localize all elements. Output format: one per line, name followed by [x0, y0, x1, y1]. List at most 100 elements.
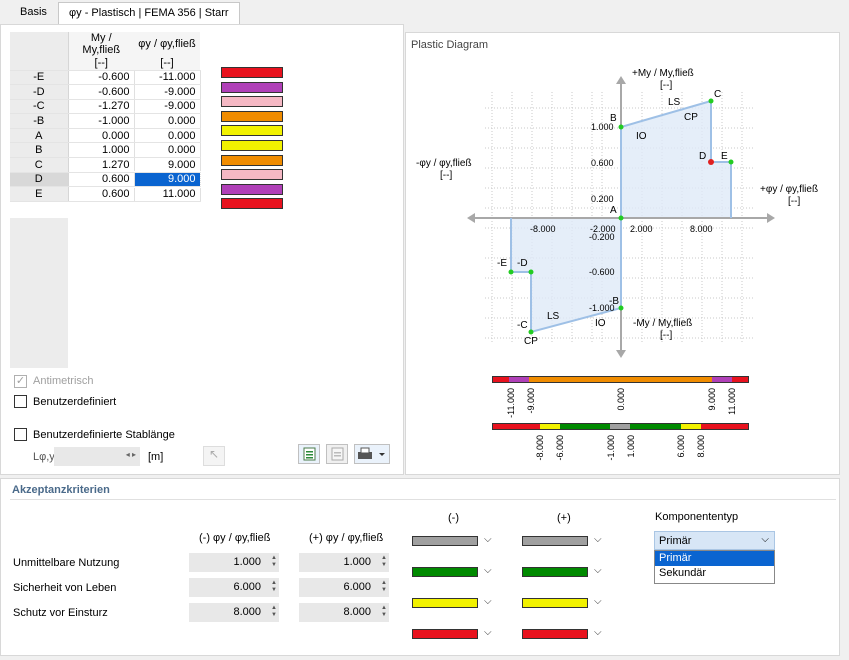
- spinner-icon[interactable]: ▲ ▼: [381, 580, 387, 594]
- ls-neg-input[interactable]: 6.000 ▲ ▼: [189, 578, 279, 597]
- neg-color-select[interactable]: ⌵: [410, 562, 500, 582]
- color-bar: [412, 567, 478, 577]
- segment-color-swatch[interactable]: [221, 67, 283, 78]
- point-label-b: B: [610, 113, 617, 124]
- cell-phi[interactable]: 0.000: [134, 142, 201, 159]
- export-excel-icon[interactable]: [298, 444, 320, 464]
- scale-bar-seg: [509, 377, 529, 382]
- stablaenge-checkbox[interactable]: [14, 428, 27, 441]
- pos-col-header: (+) φy / φy,fließ: [309, 532, 384, 544]
- cell-m[interactable]: 0.600: [68, 186, 135, 202]
- plastic-diagram-chart: [467, 76, 775, 358]
- table-filler: [10, 218, 68, 368]
- pos-color-header: (+): [557, 512, 571, 524]
- pos-color-select[interactable]: ⌵: [520, 624, 610, 644]
- benutzerdefiniert-checkbox[interactable]: [14, 395, 27, 408]
- corner-cell: [10, 56, 69, 71]
- cell-phi[interactable]: 9.000: [134, 157, 201, 173]
- segment-color-swatch[interactable]: [221, 154, 283, 166]
- cell-m[interactable]: -1.000: [68, 113, 135, 129]
- neg-color-select[interactable]: ⌵: [410, 531, 500, 551]
- table-row[interactable]: -D -0.600 -9.000: [10, 84, 201, 100]
- criteria-bar-label: 8.000: [696, 435, 706, 458]
- spinner-icon[interactable]: ▲ ▼: [271, 605, 277, 619]
- segment-color-swatch[interactable]: [221, 169, 283, 181]
- segment-color-swatch[interactable]: [221, 125, 283, 137]
- zone-label-io: IO: [636, 131, 647, 142]
- table-row-selected[interactable]: D 0.600 9.000: [10, 171, 201, 188]
- cell-m[interactable]: -0.600: [68, 84, 135, 100]
- table-row[interactable]: -E -0.600 -11.000: [10, 70, 201, 86]
- point-a: [618, 215, 624, 221]
- positive-area: [621, 101, 731, 218]
- tab-basis[interactable]: Basis: [10, 2, 57, 24]
- table-row[interactable]: B 1.000 0.000: [10, 142, 201, 159]
- spin-icon[interactable]: ◂ ▸: [126, 450, 136, 459]
- tab-plastisch[interactable]: φy - Plastisch | FEMA 356 | Starr: [58, 2, 240, 24]
- point-e: [728, 159, 734, 165]
- pos-color-select[interactable]: ⌵: [520, 531, 610, 551]
- lphi-input[interactable]: ◂ ▸: [54, 447, 140, 466]
- cell-phi[interactable]: -9.000: [134, 84, 201, 100]
- neg-color-select[interactable]: ⌵: [410, 624, 500, 644]
- cp-pos-input[interactable]: 8.000 ▲ ▼: [299, 603, 389, 622]
- spinner-icon[interactable]: ▲ ▼: [381, 605, 387, 619]
- import-icon[interactable]: [326, 444, 348, 464]
- neg-color-select[interactable]: ⌵: [410, 593, 500, 613]
- spinner-icon[interactable]: ▲ ▼: [271, 580, 277, 594]
- io-neg-input[interactable]: 1.000 ▲ ▼: [189, 553, 279, 572]
- table-row[interactable]: A 0.000 0.000: [10, 128, 201, 144]
- ls-pos-value: 6.000: [343, 581, 371, 593]
- cp-pos-value: 8.000: [343, 606, 371, 618]
- cell-m[interactable]: -0.600: [68, 70, 135, 86]
- segment-color-swatch[interactable]: [221, 198, 283, 210]
- print-icon[interactable]: [354, 444, 390, 464]
- point-neg-e: [508, 269, 514, 275]
- cell-m[interactable]: 1.270: [68, 157, 135, 173]
- cp-neg-input[interactable]: 8.000 ▲ ▼: [189, 603, 279, 622]
- point-neg-b: [618, 305, 624, 311]
- point-b: [618, 124, 624, 130]
- cell-phi[interactable]: -11.000: [134, 70, 201, 86]
- table-row[interactable]: C 1.270 9.000: [10, 157, 201, 173]
- segment-color-swatch[interactable]: [221, 140, 283, 151]
- cell-phi-selected[interactable]: 9.000: [133, 171, 201, 188]
- cell-phi[interactable]: 0.000: [134, 128, 201, 144]
- criteria-bar-seg: [540, 424, 560, 429]
- chevron-down-icon: ⌵: [594, 596, 602, 607]
- scale-bar-seg: [732, 377, 748, 382]
- dropdown-option-primaer[interactable]: Primär: [655, 551, 774, 566]
- point-label-d: D: [699, 151, 707, 162]
- pos-color-select[interactable]: ⌵: [520, 593, 610, 613]
- antimetrisch-checkbox[interactable]: ✓: [14, 375, 27, 388]
- dropdown-option-sekundaer[interactable]: Sekundär: [655, 566, 774, 581]
- segment-color-swatch[interactable]: [221, 183, 283, 195]
- cell-phi[interactable]: 11.000: [134, 186, 201, 202]
- spinner-icon[interactable]: ▲ ▼: [381, 555, 387, 569]
- cell-m[interactable]: 0.600: [68, 172, 135, 188]
- point-label-neg-c: -C: [517, 320, 528, 331]
- komponententyp-dropdown-list: Primär Sekundär: [654, 550, 775, 584]
- pos-color-select[interactable]: ⌵: [520, 562, 610, 582]
- scale-bar-label: 9.000: [707, 388, 717, 411]
- io-pos-input[interactable]: 1.000 ▲ ▼: [299, 553, 389, 572]
- segment-color-swatch[interactable]: [221, 110, 283, 122]
- table-row[interactable]: -B -1.000 0.000: [10, 113, 201, 129]
- cell-m[interactable]: 0.000: [68, 128, 135, 144]
- ls-pos-input[interactable]: 6.000 ▲ ▼: [299, 578, 389, 597]
- chevron-down-icon: ⌵: [594, 534, 602, 545]
- pick-cursor-icon[interactable]: ↖: [203, 446, 225, 466]
- point-label-c: C: [714, 89, 722, 100]
- komponententyp-select[interactable]: Primär ⌵: [654, 531, 775, 550]
- point-neg-c: [528, 329, 534, 335]
- cell-m[interactable]: 1.000: [68, 142, 135, 159]
- spinner-icon[interactable]: ▲ ▼: [271, 555, 277, 569]
- table-row[interactable]: -C -1.270 -9.000: [10, 99, 201, 115]
- segment-color-swatch[interactable]: [221, 81, 283, 93]
- cell-phi[interactable]: -9.000: [134, 99, 201, 115]
- cell-phi[interactable]: 0.000: [134, 113, 201, 129]
- scale-bar-label: -9.000: [526, 388, 536, 414]
- cell-m[interactable]: -1.270: [68, 99, 135, 115]
- segment-color-swatch[interactable]: [221, 96, 283, 108]
- table-row[interactable]: E 0.600 11.000: [10, 186, 201, 202]
